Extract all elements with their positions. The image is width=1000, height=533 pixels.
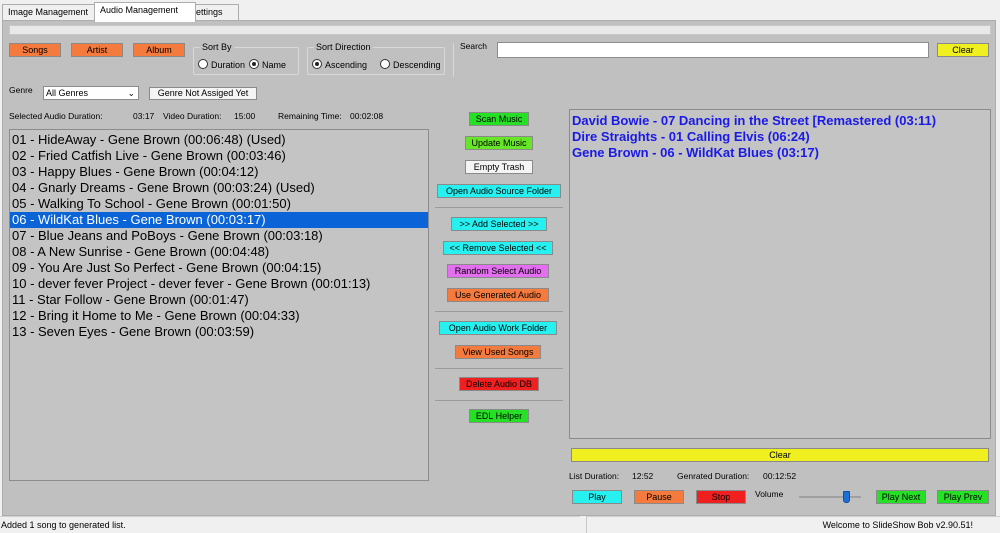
selected-audio-duration-label: Selected Audio Duration: bbox=[9, 111, 103, 121]
song-list-item[interactable]: 04 - Gnarly Dreams - Gene Brown (00:03:2… bbox=[10, 180, 428, 196]
chevron-down-icon: ⌄ bbox=[127, 88, 135, 98]
search-input[interactable] bbox=[497, 42, 929, 58]
list-duration-label: List Duration: bbox=[569, 471, 620, 481]
song-list-item[interactable]: 10 - dever fever Project - dever fever -… bbox=[10, 276, 428, 292]
generated-list-item[interactable]: Gene Brown - 06 - WildKat Blues (03:17) bbox=[570, 145, 990, 161]
radio-selected-icon bbox=[312, 59, 322, 69]
volume-slider[interactable] bbox=[799, 491, 861, 503]
open-audio-source-folder-button[interactable]: Open Audio Source Folder bbox=[437, 184, 561, 198]
status-message: Added 1 song to generated list. bbox=[1, 520, 126, 530]
open-audio-work-folder-button[interactable]: Open Audio Work Folder bbox=[439, 321, 557, 335]
remaining-time-value: 00:02:08 bbox=[350, 111, 384, 121]
divider bbox=[435, 311, 563, 312]
sort-direction-title: Sort Direction bbox=[314, 42, 373, 52]
sort-descending-radio[interactable]: Descending bbox=[380, 59, 441, 70]
song-list-item[interactable]: 12 - Bring it Home to Me - Gene Brown (0… bbox=[10, 308, 428, 324]
sort-name-label: Name bbox=[262, 60, 287, 70]
empty-trash-button[interactable]: Empty Trash bbox=[465, 160, 533, 174]
play-button[interactable]: Play bbox=[572, 490, 622, 504]
divider bbox=[435, 207, 563, 208]
random-select-audio-button[interactable]: Random Select Audio bbox=[447, 264, 549, 278]
tab-audio-management[interactable]: Audio Management bbox=[94, 2, 196, 22]
search-label: Search bbox=[460, 41, 487, 51]
generated-duration-value: 00:12:52 bbox=[763, 471, 797, 481]
audio-management-panel: Songs Artist Album Sort By Duration Name… bbox=[2, 20, 996, 516]
selected-audio-duration-value: 03:17 bbox=[133, 111, 155, 121]
radio-selected-icon bbox=[249, 59, 259, 69]
volume-slider-thumb[interactable] bbox=[842, 491, 850, 503]
update-music-button[interactable]: Update Music bbox=[465, 136, 533, 150]
pause-button[interactable]: Pause bbox=[634, 490, 684, 504]
sort-name-radio[interactable]: Name bbox=[249, 59, 286, 70]
sort-duration-radio[interactable]: Duration bbox=[198, 59, 245, 70]
sort-descending-label: Descending bbox=[393, 60, 441, 70]
sort-ascending-label: Ascending bbox=[325, 60, 368, 70]
remove-selected-button[interactable]: << Remove Selected << bbox=[443, 241, 553, 255]
edl-helper-button[interactable]: EDL Helper bbox=[469, 409, 529, 423]
use-generated-audio-button[interactable]: Use Generated Audio bbox=[447, 288, 549, 302]
search-divider bbox=[453, 43, 454, 77]
sort-by-title: Sort By bbox=[200, 42, 234, 52]
volume-label: Volume bbox=[755, 489, 784, 499]
sort-by-group: Sort By Duration Name bbox=[193, 42, 299, 75]
song-list-item[interactable]: 11 - Star Follow - Gene Brown (00:01:47) bbox=[10, 292, 428, 308]
list-duration-value: 12:52 bbox=[632, 471, 654, 481]
scan-music-button[interactable]: Scan Music bbox=[469, 112, 529, 126]
generated-clear-button[interactable]: Clear bbox=[571, 448, 989, 462]
song-list-item[interactable]: 05 - Walking To School - Gene Brown (00:… bbox=[10, 196, 428, 212]
generated-list-item[interactable]: Dire Straights - 01 Calling Elvis (06:24… bbox=[570, 129, 990, 145]
genre-not-assigned-button[interactable]: Genre Not Assiged Yet bbox=[149, 87, 257, 100]
song-list[interactable]: 01 - HideAway - Gene Brown (00:06:48) (U… bbox=[9, 129, 429, 481]
stop-button[interactable]: Stop bbox=[696, 490, 746, 504]
view-used-songs-button[interactable]: View Used Songs bbox=[455, 345, 541, 359]
genre-label: Genre bbox=[9, 85, 33, 95]
sort-duration-label: Duration bbox=[211, 60, 246, 70]
sort-direction-group: Sort Direction Ascending Descending bbox=[307, 42, 445, 75]
video-duration-value: 15:00 bbox=[234, 111, 256, 121]
songs-button[interactable]: Songs bbox=[9, 43, 61, 57]
song-list-item[interactable]: 09 - You Are Just So Perfect - Gene Brow… bbox=[10, 260, 428, 276]
song-list-item[interactable]: 06 - WildKat Blues - Gene Brown (00:03:1… bbox=[10, 212, 428, 228]
progress-strip bbox=[9, 25, 991, 35]
generated-list[interactable]: David Bowie - 07 Dancing in the Street [… bbox=[569, 109, 991, 439]
generated-list-item[interactable]: David Bowie - 07 Dancing in the Street [… bbox=[570, 113, 990, 129]
song-list-item[interactable]: 13 - Seven Eyes - Gene Brown (00:03:59) bbox=[10, 324, 428, 340]
song-list-item[interactable]: 07 - Blue Jeans and PoBoys - Gene Brown … bbox=[10, 228, 428, 244]
status-bar-left: Added 1 song to generated list. bbox=[0, 516, 580, 533]
remaining-time-label: Remaining Time: bbox=[278, 111, 342, 121]
sort-ascending-radio[interactable]: Ascending bbox=[312, 59, 367, 70]
song-list-item[interactable]: 02 - Fried Catfish Live - Gene Brown (00… bbox=[10, 148, 428, 164]
delete-audio-db-button[interactable]: Delete Audio DB bbox=[459, 377, 539, 391]
radio-icon bbox=[198, 59, 208, 69]
tab-image-management[interactable]: Image Management bbox=[2, 4, 105, 21]
genre-select[interactable]: All Genres ⌄ bbox=[43, 86, 139, 100]
status-welcome: Welcome to SlideShow Bob v2.90.51! bbox=[822, 520, 973, 530]
search-clear-button[interactable]: Clear bbox=[937, 43, 989, 57]
play-next-button[interactable]: Play Next bbox=[876, 490, 926, 504]
status-bar-right: Welcome to SlideShow Bob v2.90.51! bbox=[586, 516, 1000, 533]
song-list-item[interactable]: 08 - A New Sunrise - Gene Brown (00:04:4… bbox=[10, 244, 428, 260]
video-duration-label: Video Duration: bbox=[163, 111, 222, 121]
song-list-item[interactable]: 01 - HideAway - Gene Brown (00:06:48) (U… bbox=[10, 132, 428, 148]
divider bbox=[435, 400, 563, 401]
generated-duration-label: Genrated Duration: bbox=[677, 471, 750, 481]
add-selected-button[interactable]: >> Add Selected >> bbox=[451, 217, 547, 231]
album-button[interactable]: Album bbox=[133, 43, 185, 57]
song-list-item[interactable]: 03 - Happy Blues - Gene Brown (00:04:12) bbox=[10, 164, 428, 180]
play-prev-button[interactable]: Play Prev bbox=[937, 490, 989, 504]
divider bbox=[435, 368, 563, 369]
genre-select-value: All Genres bbox=[46, 88, 89, 98]
radio-icon bbox=[380, 59, 390, 69]
artist-button[interactable]: Artist bbox=[71, 43, 123, 57]
